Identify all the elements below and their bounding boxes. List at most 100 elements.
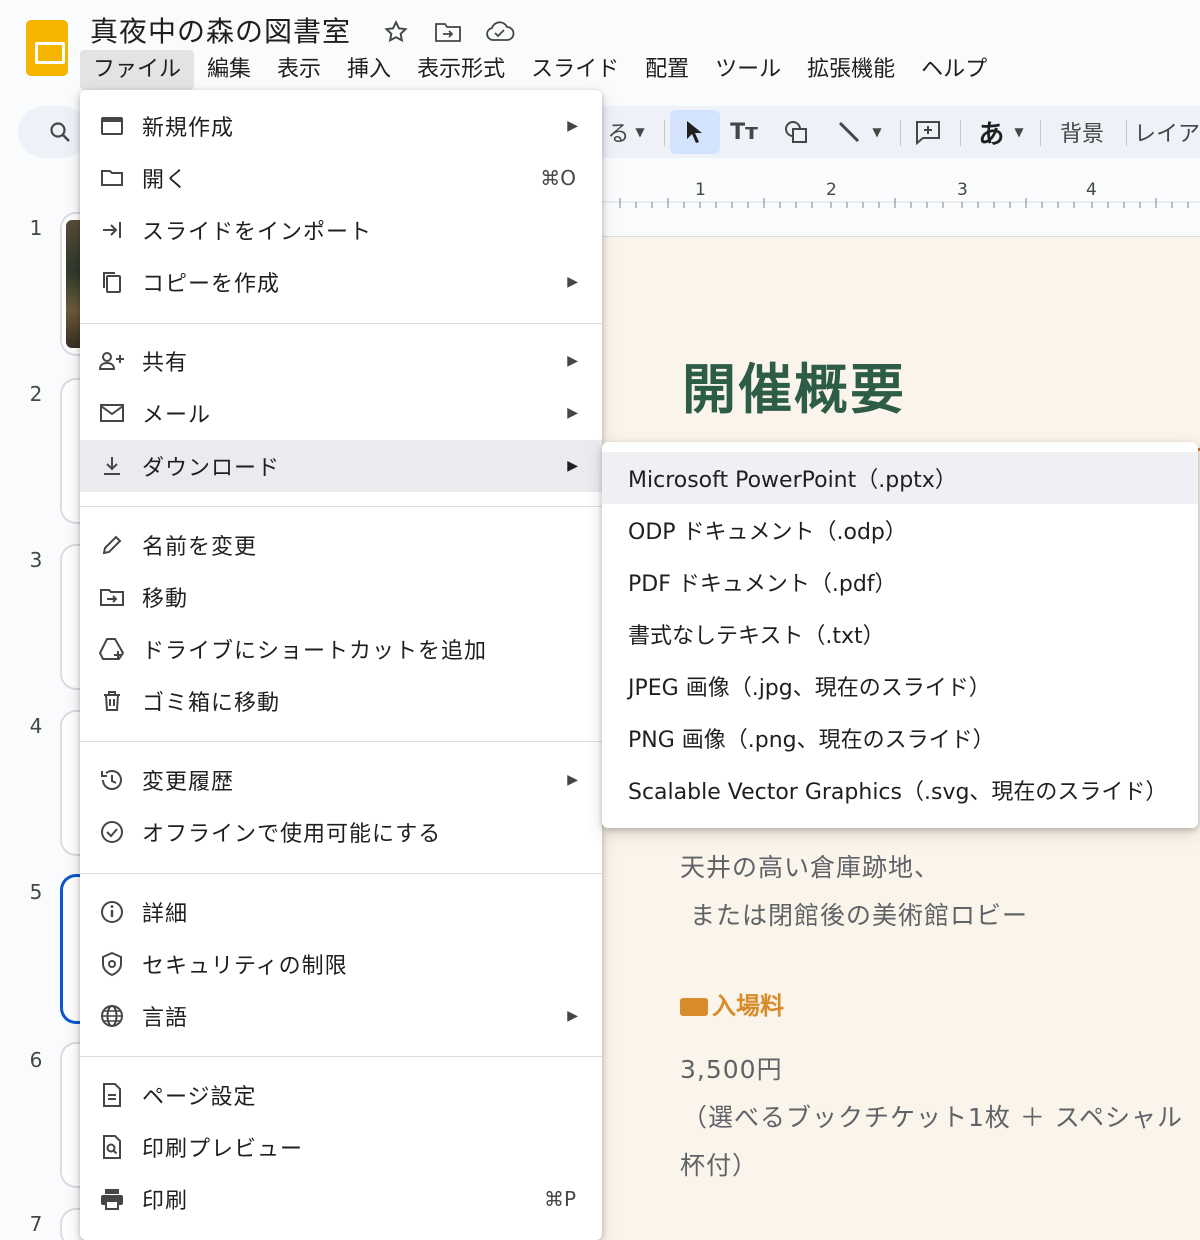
menu-item-label: コピーを作成 <box>142 272 281 297</box>
menu-file[interactable]: ファイル <box>80 50 195 90</box>
slide-number: 4 <box>29 714 43 738</box>
menu-item-print-preview[interactable]: 印刷プレビュー <box>80 1121 602 1173</box>
fee-heading-label: 入場料 <box>712 992 784 1020</box>
search-menus[interactable] <box>18 106 88 158</box>
download-pdf[interactable]: PDF ドキュメント（.pdf） <box>602 556 1198 608</box>
menu-tools[interactable]: ツール <box>702 50 794 90</box>
submenu-arrow-icon: ▶ <box>567 1008 578 1024</box>
print-icon <box>98 1185 126 1213</box>
venue-text-line2[interactable]: または閉館後の美術館ロビー <box>690 896 1028 932</box>
add-comment-icon <box>916 121 940 146</box>
menu-item-label: 印刷プレビュー <box>142 1137 304 1162</box>
menu-item-move[interactable]: 移動 <box>80 571 602 623</box>
download-png[interactable]: PNG 画像（.png、現在のスライド） <box>602 712 1198 764</box>
download-txt[interactable]: 書式なしテキスト（.txt） <box>602 608 1198 660</box>
menu-item-rename[interactable]: 名前を変更 <box>80 519 602 571</box>
menu-format[interactable]: 表示形式 <box>404 50 518 90</box>
menu-item-label: ダウンロード <box>142 456 281 481</box>
menu-divider <box>80 1056 602 1057</box>
menu-item-label: オフラインで使用可能にする <box>142 822 442 847</box>
menu-item-label: 共有 <box>142 351 189 376</box>
download-odp[interactable]: ODP ドキュメント（.odp） <box>602 504 1198 556</box>
download-jpg[interactable]: JPEG 画像（.jpg、現在のスライド） <box>602 660 1198 712</box>
menu-item-new[interactable]: 新規作成 ▶ <box>80 100 602 152</box>
menu-help[interactable]: ヘルプ <box>908 50 1000 90</box>
menu-insert[interactable]: 挿入 <box>334 50 404 90</box>
import-icon <box>98 216 126 244</box>
menu-item-open[interactable]: 開く ⌘O <box>80 152 602 204</box>
slide-number: 3 <box>29 548 43 572</box>
slide-thumbnail-image <box>66 220 80 348</box>
slide-thumbnail-4[interactable] <box>60 710 82 856</box>
menu-arrange[interactable]: 配置 <box>632 50 702 90</box>
copy-icon <box>98 268 126 296</box>
menu-item-share[interactable]: 共有 ▶ <box>80 335 602 387</box>
submenu-item-label: 書式なしテキスト（.txt） <box>628 624 885 649</box>
venue-text-line1[interactable]: 天井の高い倉庫跡地、 <box>680 848 940 884</box>
slide-thumbnail-2[interactable] <box>60 378 82 524</box>
menu-item-offline[interactable]: オフラインで使用可能にする <box>80 806 602 858</box>
comment-tool[interactable] <box>908 106 948 158</box>
menu-item-label: ページ設定 <box>142 1085 257 1110</box>
fee-detail-line2[interactable]: 杯付） <box>680 1146 758 1182</box>
star-icon[interactable] <box>380 16 412 48</box>
menu-item-security[interactable]: セキュリティの制限 <box>80 938 602 990</box>
history-icon <box>98 766 126 794</box>
slides-logo-icon[interactable] <box>26 20 68 76</box>
menu-view[interactable]: 表示 <box>264 50 334 90</box>
cloud-saved-icon[interactable] <box>484 16 516 48</box>
menu-item-version-history[interactable]: 変更履歴 ▶ <box>80 754 602 806</box>
text-box-tool[interactable]: Tт <box>724 106 764 158</box>
menu-item-label: 名前を変更 <box>142 535 258 560</box>
page-setup-icon <box>98 1081 126 1109</box>
move-folder-icon[interactable] <box>432 16 464 48</box>
menu-item-add-shortcut[interactable]: ドライブにショートカットを追加 <box>80 623 602 675</box>
shape-tool[interactable] <box>776 106 816 158</box>
drive-shortcut-icon <box>98 635 126 663</box>
zoom-control[interactable]: る ▼ <box>602 106 650 158</box>
submenu-arrow-icon: ▶ <box>567 353 578 369</box>
menu-item-language[interactable]: 言語 ▶ <box>80 990 602 1042</box>
print-preview-icon <box>98 1133 126 1161</box>
menu-item-details[interactable]: 詳細 <box>80 886 602 938</box>
background-button[interactable]: 背景 <box>1052 106 1112 158</box>
download-svg[interactable]: Scalable Vector Graphics（.svg、現在のスライド） <box>602 764 1198 816</box>
toolbar: る ▼ Tт ▼ あ ▼ 背景 レイア <box>602 106 1200 158</box>
fee-detail-line1[interactable]: （選べるブックチケット1枚 ＋ スペシャル <box>682 1098 1183 1134</box>
fee-price[interactable]: 3,500円 <box>680 1050 783 1086</box>
menu-edit[interactable]: 編集 <box>194 50 264 90</box>
slide-number: 6 <box>29 1048 43 1072</box>
input-tools[interactable]: あ ▼ <box>970 106 1032 158</box>
menu-item-download[interactable]: ダウンロード ▶ <box>80 440 602 492</box>
layout-button[interactable]: レイア <box>1134 106 1200 158</box>
menu-item-page-setup[interactable]: ページ設定 <box>80 1069 602 1121</box>
slide-thumbnail-3[interactable] <box>60 544 82 690</box>
menu-item-make-copy[interactable]: コピーを作成 ▶ <box>80 256 602 308</box>
fee-heading[interactable]: 入場料 <box>680 986 784 1021</box>
slide-thumbnail-7[interactable] <box>60 1208 82 1240</box>
chevron-down-icon: ▼ <box>1014 125 1024 139</box>
slide-thumbnail-5[interactable] <box>60 874 82 1024</box>
move-folder-icon <box>98 583 126 611</box>
menu-item-print[interactable]: 印刷 ⌘P <box>80 1173 602 1225</box>
menu-item-email[interactable]: メール ▶ <box>80 387 602 439</box>
slide-heading[interactable]: 開催概要 <box>682 345 906 424</box>
cursor-icon <box>687 121 702 143</box>
download-pptx[interactable]: Microsoft PowerPoint（.pptx） <box>602 452 1198 504</box>
menu-slide[interactable]: スライド <box>518 50 632 90</box>
menu-extensions[interactable]: 拡張機能 <box>794 50 908 90</box>
shortcut-label: ⌘P <box>543 1187 576 1211</box>
ruler-label: 3 <box>957 180 968 200</box>
ticket-icon <box>680 997 708 1016</box>
ruler-label: 4 <box>1086 180 1097 200</box>
select-tool[interactable] <box>670 110 720 154</box>
ruler-ticks <box>602 198 1200 208</box>
menu-item-import-slides[interactable]: スライドをインポート <box>80 204 602 256</box>
slide-thumbnail-6[interactable] <box>60 1042 82 1188</box>
line-tool[interactable]: ▼ <box>828 106 890 158</box>
menu-item-label: 移動 <box>142 587 189 612</box>
document-title[interactable]: 真夜中の森の図書室 <box>90 10 351 54</box>
menu-divider <box>80 323 602 324</box>
slide-number: 1 <box>29 216 43 240</box>
menu-item-trash[interactable]: ゴミ箱に移動 <box>80 675 602 727</box>
